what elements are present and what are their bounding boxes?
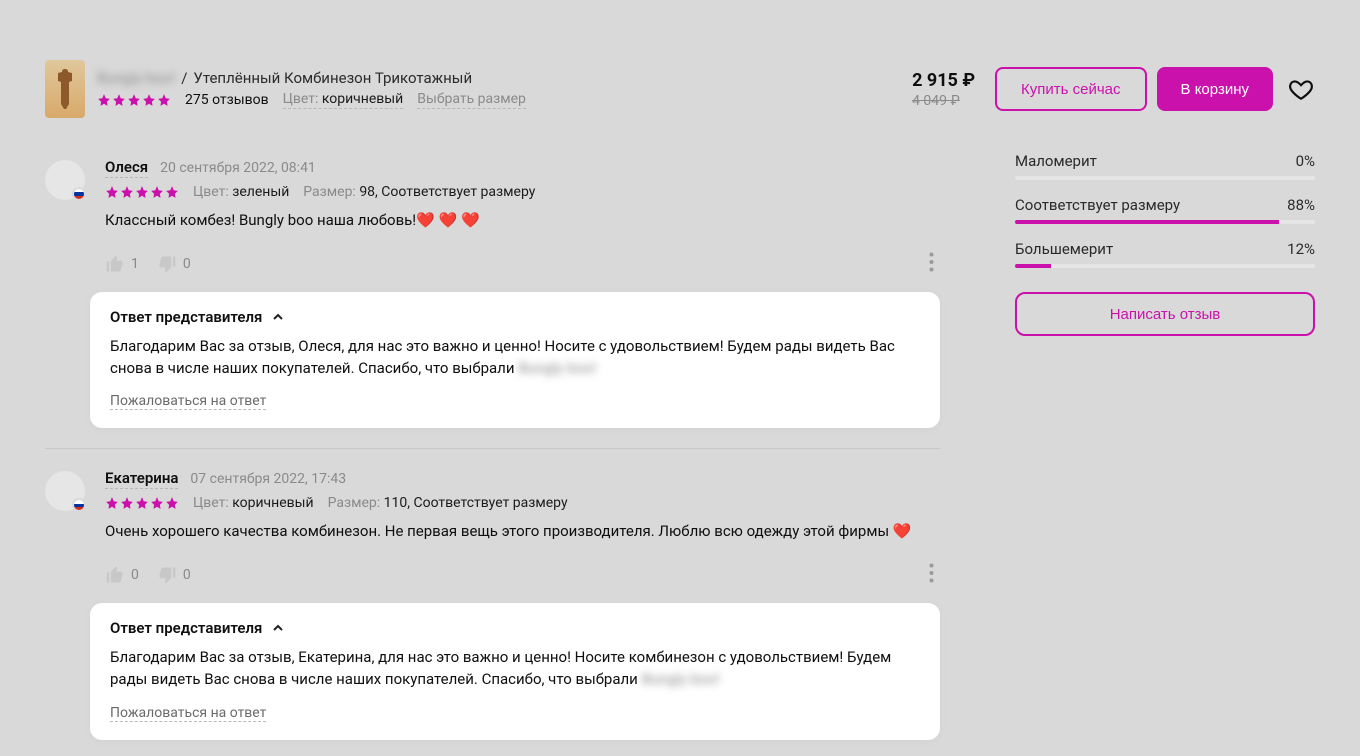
review-item: Олеся 20 сентября 2022, 08:41 Цвет: зеле… [45, 150, 940, 282]
title-separator: / [181, 69, 187, 87]
dots-vertical-icon [929, 252, 934, 272]
avatar[interactable] [45, 471, 85, 511]
complain-reply-link[interactable]: Пожаловаться на ответ [110, 393, 266, 410]
color-selector[interactable]: Цвет: коричневый [283, 91, 404, 109]
review-size: Размер: 110, Соответствует размеру [328, 495, 568, 511]
review-rating-stars [105, 496, 179, 510]
dislike-button[interactable]: 0 [157, 254, 191, 274]
price-block: 2 915 ₽ 4 049 ₽ [912, 70, 975, 109]
review-color: Цвет: коричневый [193, 495, 314, 511]
reply-toggle[interactable]: Ответ представителя [110, 619, 920, 637]
country-flag-icon [72, 187, 86, 201]
country-flag-icon [72, 498, 86, 512]
reply-text: Благодарим Вас за отзыв, Олеся, для нас … [110, 336, 920, 380]
reviewer-name[interactable]: Олеся [105, 158, 148, 178]
review-menu-button[interactable] [923, 246, 940, 282]
fit-bar-small [1015, 176, 1315, 180]
fit-row-true: Соответствует размеру 88% [1015, 196, 1315, 214]
review-date: 20 сентября 2022, 08:41 [160, 160, 316, 176]
review-menu-button[interactable] [923, 557, 940, 593]
seller-reply: Ответ представителя Благодарим Вас за от… [90, 603, 940, 740]
price-old: 4 049 ₽ [912, 93, 960, 109]
price-current: 2 915 ₽ [912, 70, 975, 91]
fit-bar-big [1015, 264, 1315, 268]
reviewer-name[interactable]: Екатерина [105, 469, 178, 489]
review-count-link[interactable]: 275 отзывов [185, 92, 269, 108]
reply-text: Благодарим Вас за отзыв, Екатерина, для … [110, 647, 920, 691]
fit-bar-true [1015, 220, 1315, 224]
dots-vertical-icon [929, 563, 934, 583]
like-button[interactable]: 1 [105, 254, 139, 274]
add-to-cart-button[interactable]: В корзину [1157, 67, 1273, 111]
product-thumbnail[interactable] [45, 60, 85, 118]
like-count: 1 [131, 256, 139, 272]
thumb-down-icon [157, 565, 177, 585]
review-size: Размер: 98, Соответствует размеру [303, 184, 535, 200]
fit-sidebar: Маломерит 0% Соответствует размеру 88% Б… [1015, 150, 1315, 756]
size-selector[interactable]: Выбрать размер [417, 91, 526, 109]
review-date: 07 сентября 2022, 17:43 [190, 471, 346, 487]
dislike-button[interactable]: 0 [157, 565, 191, 585]
review-text: Очень хорошего качества комбинезон. Не п… [105, 521, 940, 543]
reviews-list: Олеся 20 сентября 2022, 08:41 Цвет: зеле… [45, 150, 940, 756]
heart-icon [1288, 76, 1314, 102]
avatar[interactable] [45, 160, 85, 200]
thumb-up-icon [105, 565, 125, 585]
review-color: Цвет: зеленый [193, 184, 289, 200]
write-review-button[interactable]: Написать отзыв [1015, 292, 1315, 336]
like-button[interactable]: 0 [105, 565, 139, 585]
product-rating-stars [97, 93, 171, 107]
seller-reply: Ответ представителя Благодарим Вас за от… [90, 292, 940, 429]
dislike-count: 0 [183, 567, 191, 583]
thumb-down-icon [157, 254, 177, 274]
thumb-up-icon [105, 254, 125, 274]
review-rating-stars [105, 185, 179, 199]
dislike-count: 0 [183, 256, 191, 272]
chevron-up-icon [272, 622, 284, 634]
product-header: Bungly boo! / Утеплённый Комбинезон Трик… [45, 60, 1315, 118]
fit-row-small: Маломерит 0% [1015, 152, 1315, 170]
buy-now-button[interactable]: Купить сейчас [995, 67, 1146, 111]
reply-toggle[interactable]: Ответ представителя [110, 308, 920, 326]
like-count: 0 [131, 567, 139, 583]
wishlist-button[interactable] [1287, 75, 1315, 103]
review-text: Классный комбез! Bungly boo наша любовь!… [105, 210, 940, 232]
fit-row-big: Большемерит 12% [1015, 240, 1315, 258]
product-title[interactable]: Утеплённый Комбинезон Трикотажный [193, 69, 472, 87]
chevron-up-icon [272, 311, 284, 323]
product-brand[interactable]: Bungly boo! [97, 69, 175, 87]
complain-reply-link[interactable]: Пожаловаться на ответ [110, 705, 266, 722]
review-item: Екатерина 07 сентября 2022, 17:43 Цвет: … [45, 448, 940, 593]
